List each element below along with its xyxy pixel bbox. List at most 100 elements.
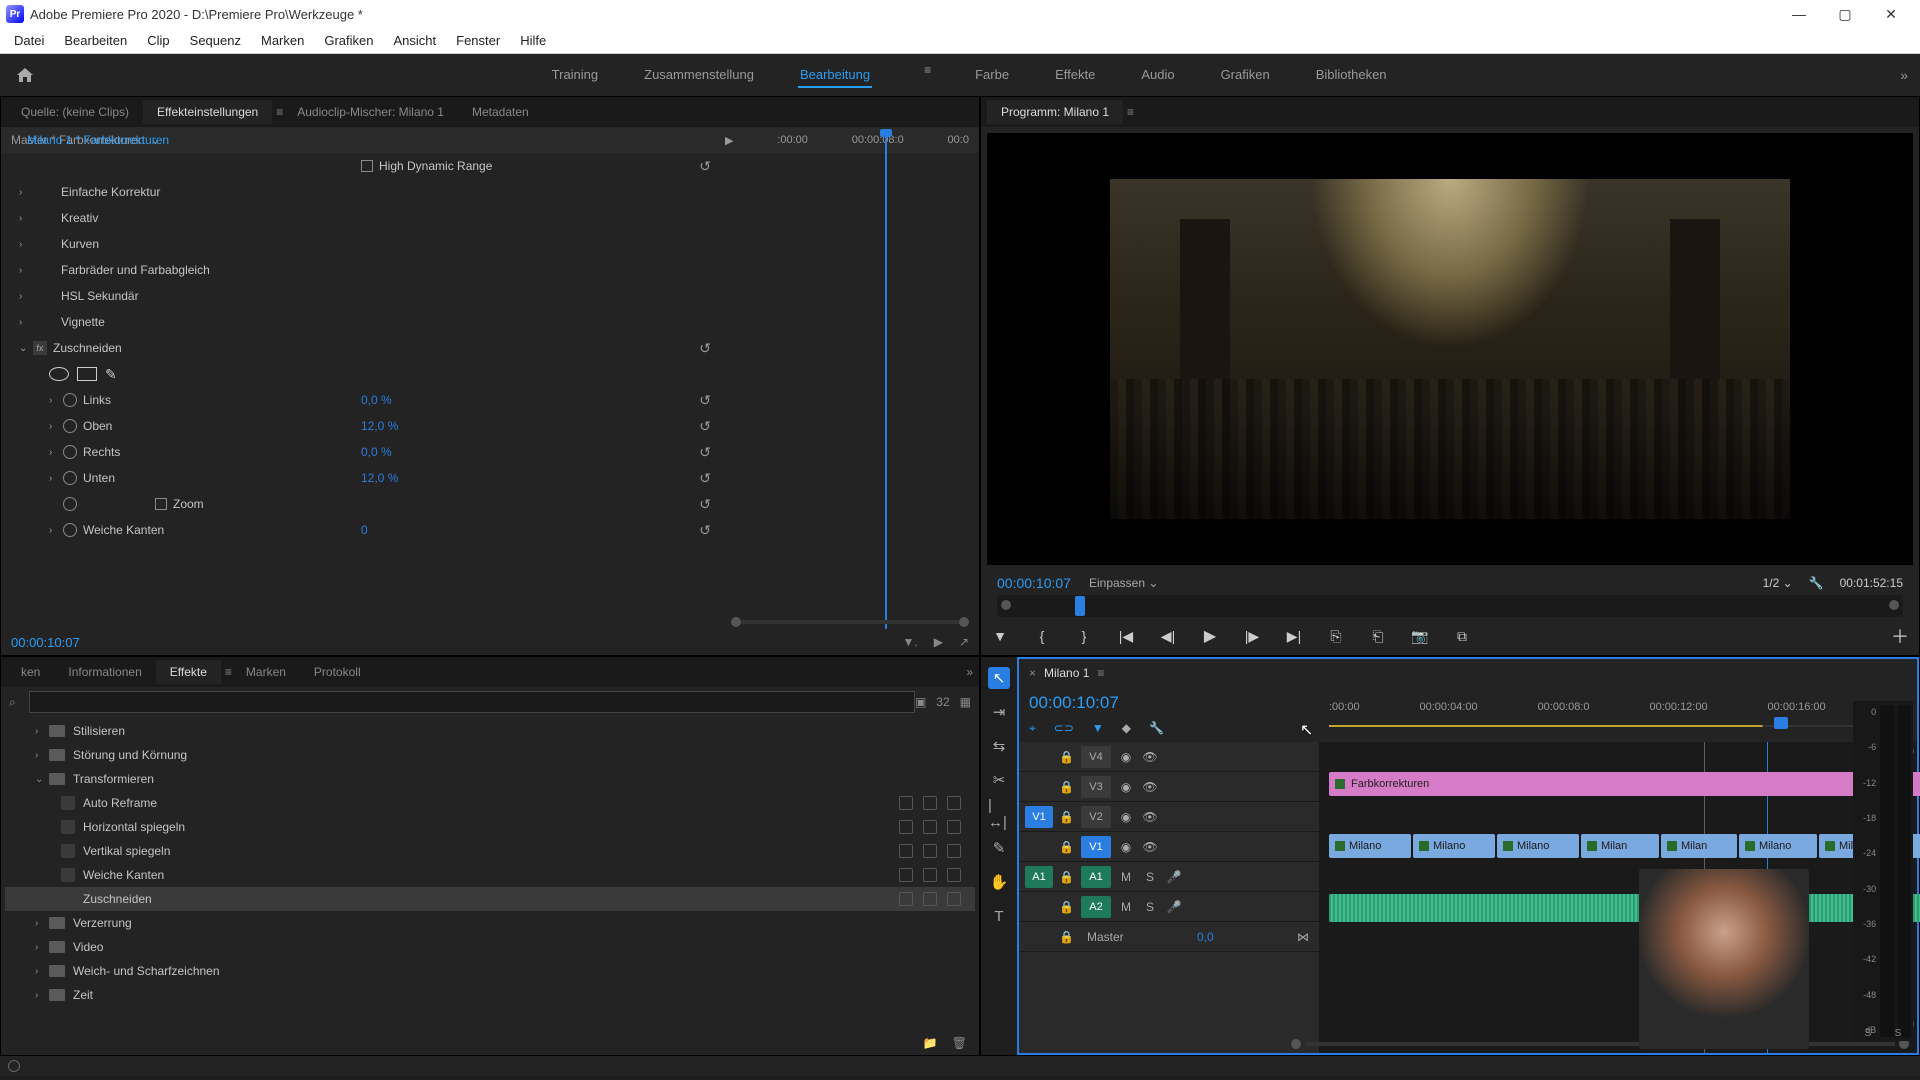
lock-icon[interactable]: 🔒 bbox=[1059, 840, 1075, 854]
panel-menu-icon[interactable]: ≡ bbox=[276, 105, 283, 119]
track-a1[interactable]: A1 bbox=[1081, 866, 1111, 888]
timeline-playhead[interactable] bbox=[1774, 717, 1788, 729]
overflow-icon[interactable]: » bbox=[966, 665, 973, 679]
zoom-dropdown[interactable]: 1/2 ⌄ bbox=[1763, 576, 1793, 590]
program-scrubber[interactable] bbox=[997, 595, 1903, 617]
browser-tab-informationen[interactable]: Informationen bbox=[54, 660, 155, 684]
reset-icon[interactable]: ↺ bbox=[699, 470, 711, 487]
track-a2[interactable]: A2 bbox=[1081, 896, 1111, 918]
expand-arrow[interactable]: › bbox=[19, 317, 33, 328]
expand-arrow[interactable]: › bbox=[49, 421, 63, 432]
home-button[interactable] bbox=[12, 62, 38, 88]
hdr-checkbox[interactable] bbox=[361, 160, 373, 172]
workspace-effekte[interactable]: Effekte bbox=[1053, 63, 1097, 88]
track-v2[interactable]: V2 bbox=[1081, 806, 1111, 828]
stopwatch-icon[interactable] bbox=[63, 419, 77, 433]
step-back-button[interactable]: ◀| bbox=[1157, 625, 1179, 647]
collapse-arrow[interactable]: ⌄ bbox=[19, 343, 33, 354]
solo-button[interactable]: S bbox=[1141, 900, 1159, 914]
workspace-bibliotheken[interactable]: Bibliotheken bbox=[1314, 63, 1389, 88]
timeline-ruler[interactable]: :00:00 00:00:04:00 00:00:08:0 00:00:12:0… bbox=[1319, 687, 1917, 737]
go-to-out-button[interactable]: ▶| bbox=[1283, 625, 1305, 647]
stopwatch-icon[interactable] bbox=[63, 497, 77, 511]
expand-arrow[interactable]: › bbox=[19, 187, 33, 198]
crop-rechts-value[interactable]: 0,0 % bbox=[361, 445, 392, 459]
source-tab-effekteinstellungen[interactable]: Effekteinstellungen bbox=[143, 100, 272, 124]
stopwatch-icon[interactable] bbox=[63, 471, 77, 485]
browser-tab-effekte[interactable]: Effekte bbox=[156, 660, 221, 684]
razor-tool[interactable]: ✂ bbox=[988, 769, 1010, 791]
voiceover-icon[interactable]: 🎤 bbox=[1165, 870, 1183, 884]
pen-mask-icon[interactable]: ✎ bbox=[105, 366, 117, 383]
expand-arrow[interactable]: › bbox=[19, 265, 33, 276]
expand-arrow[interactable]: › bbox=[49, 447, 63, 458]
track-v1[interactable]: V1 bbox=[1081, 836, 1111, 858]
voiceover-icon[interactable]: 🎤 bbox=[1165, 900, 1183, 914]
extract-button[interactable]: ⎗ bbox=[1367, 625, 1389, 647]
solo-r[interactable]: S bbox=[1895, 1028, 1902, 1039]
stopwatch-icon[interactable] bbox=[63, 445, 77, 459]
expand-arrow[interactable]: › bbox=[19, 239, 33, 250]
close-sequence-icon[interactable]: × bbox=[1029, 666, 1036, 680]
expand-arrow[interactable]: › bbox=[49, 473, 63, 484]
lock-icon[interactable]: 🔒 bbox=[1059, 810, 1075, 824]
track-select-tool[interactable]: ⇥ bbox=[988, 701, 1010, 723]
accelerated-filter-icon[interactable]: ▣ bbox=[915, 695, 926, 709]
ec-play-icon[interactable]: ▶ bbox=[725, 134, 733, 147]
reset-icon[interactable]: ↺ bbox=[699, 340, 711, 357]
timeline-settings-icon[interactable]: ◆ bbox=[1122, 721, 1131, 736]
effect-auto-reframe[interactable]: Auto Reframe bbox=[5, 791, 975, 815]
workspace-training[interactable]: Training bbox=[550, 63, 600, 88]
browser-tab-ken[interactable]: ken bbox=[7, 660, 54, 684]
maximize-button[interactable]: ▢ bbox=[1822, 6, 1868, 23]
ec-section[interactable]: HSL Sekundär bbox=[61, 289, 139, 303]
hand-tool[interactable]: ✋ bbox=[988, 871, 1010, 893]
timeline-zoom-bar[interactable] bbox=[1291, 1037, 1909, 1051]
solo-button[interactable]: S bbox=[1141, 870, 1159, 884]
32bit-filter-icon[interactable]: 32 bbox=[936, 695, 949, 709]
menu-grafiken[interactable]: Grafiken bbox=[314, 29, 383, 52]
workspace-overflow-icon[interactable]: » bbox=[1900, 67, 1908, 83]
source-tab-quelle[interactable]: Quelle: (keine Clips) bbox=[7, 100, 143, 124]
folder-storung[interactable]: ›Störung und Körnung bbox=[5, 743, 975, 767]
folder-transformieren[interactable]: ⌄Transformieren bbox=[5, 767, 975, 791]
stopwatch-icon[interactable] bbox=[63, 393, 77, 407]
workspace-grafiken[interactable]: Grafiken bbox=[1219, 63, 1272, 88]
pen-tool[interactable]: ✎ bbox=[988, 837, 1010, 859]
toggle-sync[interactable]: 👁 bbox=[1141, 840, 1159, 854]
step-forward-button[interactable]: |▶ bbox=[1241, 625, 1263, 647]
export-frame-button[interactable]: 📷 bbox=[1409, 625, 1431, 647]
reset-icon[interactable]: ↺ bbox=[699, 522, 711, 539]
scrub-handle-left[interactable] bbox=[1001, 600, 1011, 610]
new-bin-icon[interactable]: 📁 bbox=[923, 1036, 938, 1050]
toggle-output[interactable]: ◉ bbox=[1117, 810, 1135, 824]
button-editor-icon[interactable]: ＋ bbox=[1889, 625, 1911, 647]
workspace-bearbeitung[interactable]: Bearbeitung bbox=[798, 63, 872, 88]
menu-datei[interactable]: Datei bbox=[4, 29, 54, 52]
lock-icon[interactable]: 🔒 bbox=[1059, 780, 1075, 794]
stopwatch-icon[interactable] bbox=[63, 523, 77, 537]
zoom-handle-left[interactable] bbox=[731, 617, 741, 627]
video-clip[interactable]: Milano bbox=[1497, 834, 1579, 858]
play-only-icon[interactable]: ▶ bbox=[934, 635, 943, 649]
lock-icon[interactable]: 🔒 bbox=[1059, 900, 1075, 914]
menu-marken[interactable]: Marken bbox=[251, 29, 314, 52]
reset-icon[interactable]: ↺ bbox=[699, 496, 711, 513]
expand-arrow[interactable]: › bbox=[19, 213, 33, 224]
menu-hilfe[interactable]: Hilfe bbox=[510, 29, 556, 52]
toggle-sync[interactable]: 👁 bbox=[1141, 750, 1159, 764]
menu-sequenz[interactable]: Sequenz bbox=[180, 29, 251, 52]
panel-menu-icon[interactable]: ≡ bbox=[1127, 105, 1134, 119]
panel-menu-icon[interactable]: ≡ bbox=[1097, 666, 1104, 680]
status-indicator-icon[interactable] bbox=[8, 1060, 20, 1072]
program-tab[interactable]: Programm: Milano 1 bbox=[987, 100, 1123, 124]
lift-button[interactable]: ⎘ bbox=[1325, 625, 1347, 647]
ec-zoom-bar[interactable] bbox=[731, 615, 969, 629]
track-v4[interactable]: V4 bbox=[1081, 746, 1111, 768]
ec-mini-timeline[interactable]: ▶ :00:00 00:00:08:0 00:0 bbox=[729, 127, 979, 153]
yuv-filter-icon[interactable]: ▦ bbox=[960, 695, 971, 709]
mute-button[interactable]: M bbox=[1117, 900, 1135, 914]
effect-zuschneiden[interactable]: Zuschneiden bbox=[5, 887, 975, 911]
expand-arrow[interactable]: › bbox=[49, 525, 63, 536]
ellipse-mask-icon[interactable] bbox=[49, 367, 69, 381]
